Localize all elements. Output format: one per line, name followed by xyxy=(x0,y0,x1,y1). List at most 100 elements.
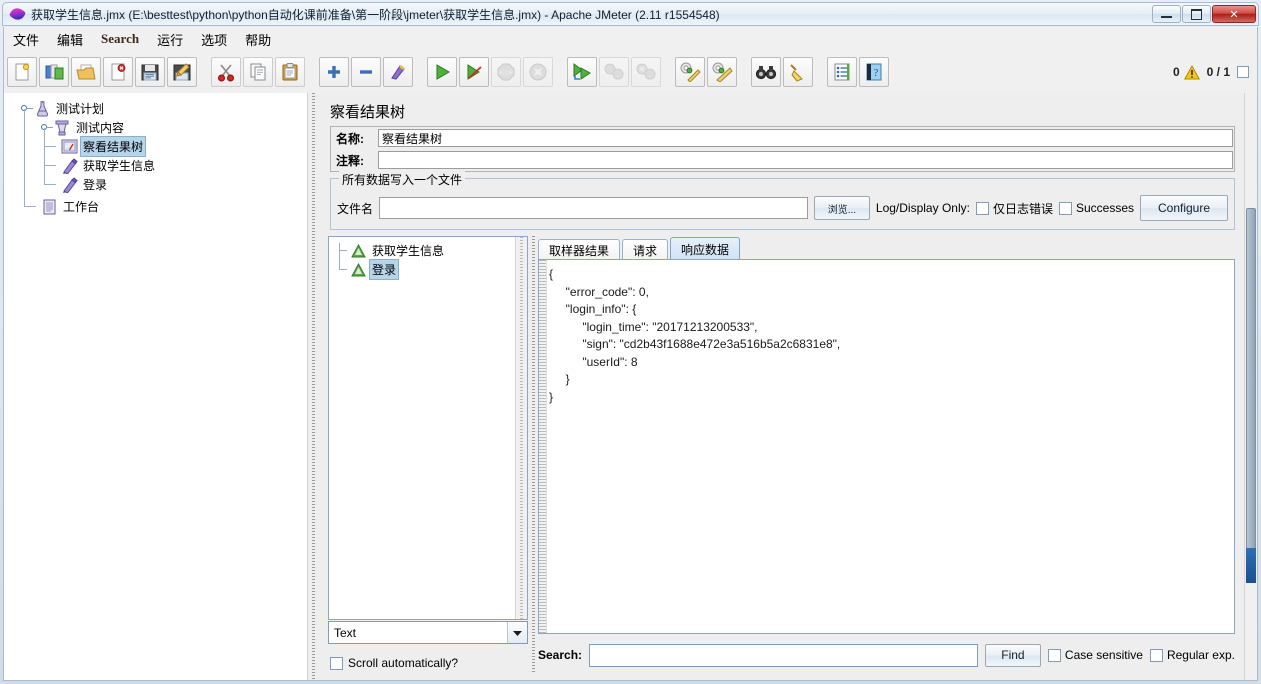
result-item-label: 登录 xyxy=(368,259,400,280)
errors-only-label: 仅日志错误 xyxy=(992,201,1053,216)
start-remote-all-button[interactable] xyxy=(567,57,597,87)
help-button[interactable]: ? xyxy=(859,57,889,87)
tree-node-test-plan[interactable]: 测试计划 xyxy=(10,99,307,118)
minimize-button[interactable] xyxy=(1152,5,1181,23)
tree-node-workbench[interactable]: 工作台 xyxy=(10,185,307,216)
copy-button[interactable] xyxy=(243,57,273,87)
tree-node-login[interactable]: 登录 xyxy=(10,166,307,194)
window-vertical-scrollbar[interactable] xyxy=(1244,93,1257,680)
search-row: Search: Find Case sensitive Regular exp. xyxy=(538,640,1235,670)
filename-input[interactable] xyxy=(379,197,808,219)
save-as-icon xyxy=(173,63,191,81)
tab-sampler-result[interactable]: 取样器结果 xyxy=(538,239,621,260)
play-green-icon xyxy=(436,64,450,80)
collapse-all-button[interactable] xyxy=(351,57,381,87)
menu-item-search[interactable]: Search xyxy=(92,28,148,50)
response-data-area[interactable]: { "error_code": 0, "login_info": { "logi… xyxy=(538,259,1235,634)
search-reset-button[interactable] xyxy=(783,57,813,87)
response-gutter xyxy=(539,260,547,633)
find-button[interactable]: Find xyxy=(984,643,1041,667)
menu-bar: 文件 编辑 Search 运行 选项 帮助 xyxy=(3,27,1258,51)
checkbox-box[interactable] xyxy=(330,656,343,670)
comment-input[interactable] xyxy=(378,151,1233,169)
menu-item-run[interactable]: 运行 xyxy=(148,27,192,52)
clear-button[interactable] xyxy=(675,57,705,87)
maximize-button[interactable] xyxy=(1182,5,1211,23)
configure-button[interactable]: Configure xyxy=(1140,195,1228,221)
tree-node-label: 获取学生信息 xyxy=(83,159,156,173)
checkbox-box[interactable] xyxy=(1047,648,1061,662)
results-splitter[interactable] xyxy=(528,236,538,672)
save-button[interactable] xyxy=(135,57,165,87)
menu-item-help[interactable]: 帮助 xyxy=(236,27,280,52)
warning-indicator[interactable]: 0 xyxy=(1173,64,1200,80)
stop-button: STOP xyxy=(491,57,521,87)
clear-all-button[interactable] xyxy=(707,57,737,87)
tree-node-view-results-tree[interactable]: 察看结果树 xyxy=(10,128,307,157)
scrollbar-thumb[interactable] xyxy=(1246,208,1256,550)
workbench-icon xyxy=(40,198,58,215)
jmeter-feather-icon xyxy=(8,5,27,23)
search-button[interactable] xyxy=(751,57,781,87)
toolbar: STOP ? 0 0 / 1 xyxy=(3,51,1258,93)
result-item-login[interactable]: 登录 xyxy=(333,251,527,280)
tab-response-data[interactable]: 响应数据 xyxy=(670,237,741,260)
new-document-icon xyxy=(15,63,30,81)
tab-request[interactable]: 请求 xyxy=(622,239,669,260)
toggle-button[interactable] xyxy=(383,57,413,87)
log-display-only-label: Log/Display Only: xyxy=(875,201,970,215)
open-button[interactable] xyxy=(71,57,101,87)
window-title: 获取学生信息.jmx (E:\besttest\python\python自动化… xyxy=(31,7,720,22)
start-button[interactable] xyxy=(427,57,457,87)
function-helper-button[interactable] xyxy=(827,57,857,87)
floppy-save-icon xyxy=(141,64,159,81)
expand-handle-icon[interactable] xyxy=(40,121,53,134)
templates-button[interactable] xyxy=(39,57,69,87)
case-sensitive-checkbox[interactable]: Case sensitive xyxy=(1047,648,1143,662)
stop-sign-icon: STOP xyxy=(497,63,515,81)
name-input[interactable] xyxy=(378,129,1233,147)
results-tree-scrollbar[interactable] xyxy=(515,237,527,619)
menu-item-file[interactable]: 文件 xyxy=(4,27,48,52)
search-label: Search: xyxy=(538,648,583,662)
gear-broom-all-icon xyxy=(712,62,733,82)
successes-label: Successes xyxy=(1075,201,1134,215)
scroll-automatically-checkbox[interactable]: Scroll automatically? xyxy=(330,656,458,670)
close-button[interactable]: ✕ xyxy=(1212,5,1256,23)
toolbar-status: 0 0 / 1 xyxy=(1173,64,1257,80)
checkbox-box[interactable] xyxy=(1058,201,1072,215)
open-folder-icon xyxy=(76,64,96,80)
comment-row: 注释: xyxy=(331,149,1234,171)
new-button[interactable] xyxy=(7,57,37,87)
menu-item-options[interactable]: 选项 xyxy=(192,27,236,52)
save-as-button[interactable] xyxy=(167,57,197,87)
paste-button[interactable] xyxy=(275,57,305,87)
renderer-select[interactable]: Text xyxy=(328,621,528,644)
result-item-get-student-info[interactable]: 获取学生信息 xyxy=(333,241,527,262)
checkbox-box[interactable] xyxy=(975,201,989,215)
renderer-value: Text xyxy=(334,625,357,640)
binoculars-icon xyxy=(755,66,777,80)
start-no-pauses-button[interactable] xyxy=(459,57,489,87)
tree-node-get-student-info[interactable]: 获取学生信息 xyxy=(10,147,307,175)
jmeter-window: 获取学生信息.jmx (E:\besttest\python\python自动化… xyxy=(0,0,1261,684)
thread-count: 0 / 1 xyxy=(1206,65,1230,79)
errors-only-checkbox[interactable]: 仅日志错误 xyxy=(975,200,1053,217)
expand-all-button[interactable] xyxy=(319,57,349,87)
tree-node-thread-group[interactable]: 测试内容 xyxy=(10,109,307,137)
clipboard-paste-icon xyxy=(282,63,298,81)
main-splitter[interactable] xyxy=(308,93,320,680)
successes-checkbox[interactable]: Successes xyxy=(1058,201,1134,215)
cut-button[interactable] xyxy=(211,57,241,87)
response-body-text: { "error_code": 0, "login_info": { "logi… xyxy=(549,267,841,404)
tree-node-label: 察看结果树 xyxy=(79,136,147,157)
chevron-down-icon[interactable] xyxy=(507,622,527,643)
checkbox-box[interactable] xyxy=(1149,648,1163,662)
search-input[interactable] xyxy=(589,643,978,667)
list-lines-icon xyxy=(834,63,850,81)
close-button[interactable] xyxy=(103,57,133,87)
regular-exp-checkbox[interactable]: Regular exp. xyxy=(1149,648,1235,662)
browse-button[interactable]: 浏览... xyxy=(813,196,870,220)
expand-handle-icon[interactable] xyxy=(20,102,33,115)
menu-item-edit[interactable]: 编辑 xyxy=(48,27,92,52)
